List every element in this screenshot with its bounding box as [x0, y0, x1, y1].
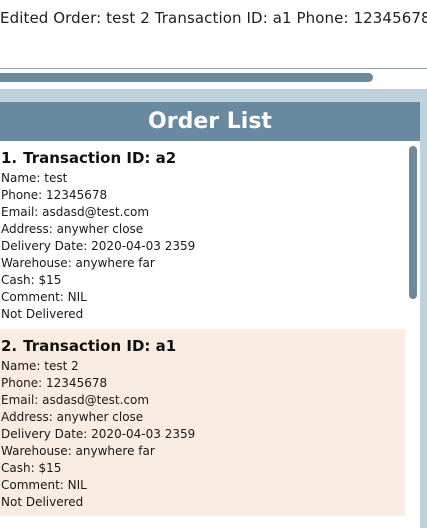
order-transaction-id: Transaction ID: a2 — [23, 149, 177, 167]
order-cash: Cash: $15 — [1, 273, 62, 287]
order-index: 1. — [1, 149, 18, 167]
order-address: Address: anywher close — [1, 222, 144, 236]
result-display: Edited Order: test 2 Transaction ID: a1 … — [0, 0, 427, 68]
order-comment: Comment: NIL — [1, 478, 87, 492]
order-phone: Phone: 12345678 — [1, 376, 108, 390]
horizontal-scrollbar-thumb[interactable] — [0, 73, 373, 82]
order-list[interactable]: 1. Transaction ID: a2 Name: test Phone: 1… — [0, 141, 420, 528]
order-card[interactable]: 2. Transaction ID: a1 Name: test 2 Phone:… — [0, 329, 405, 516]
order-name: Name: test 2 — [1, 359, 79, 373]
order-status: Not Delivered — [1, 307, 84, 321]
order-comment: Comment: NIL — [1, 290, 87, 304]
horizontal-scrollbar[interactable] — [0, 68, 427, 89]
order-email: Email: asdasd@test.com — [1, 393, 150, 407]
order-warehouse: Warehouse: anywhere far — [1, 256, 155, 270]
order-delivery-date: Delivery Date: 2020-04-03 2359 — [1, 239, 196, 253]
vertical-scrollbar-thumb[interactable] — [409, 146, 417, 299]
order-warehouse: Warehouse: anywhere far — [1, 444, 155, 458]
order-email: Email: asdasd@test.com — [1, 205, 150, 219]
order-address: Address: anywher close — [1, 410, 144, 424]
order-list-title: Order List — [0, 102, 420, 141]
order-cash: Cash: $15 — [1, 461, 62, 475]
order-index: 2. — [1, 337, 18, 355]
result-text: Edited Order: test 2 Transaction ID: a1 … — [0, 9, 427, 27]
order-delivery-date: Delivery Date: 2020-04-03 2359 — [1, 427, 196, 441]
order-phone: Phone: 12345678 — [1, 188, 108, 202]
order-transaction-id: Transaction ID: a1 — [23, 337, 177, 355]
order-status: Not Delivered — [1, 495, 84, 509]
order-card-title: 1. Transaction ID: a2 — [1, 149, 405, 167]
order-card-title: 2. Transaction ID: a1 — [1, 337, 405, 355]
order-card[interactable]: 1. Transaction ID: a2 Name: test Phone: 1… — [0, 149, 405, 323]
order-name: Name: test — [1, 171, 68, 185]
